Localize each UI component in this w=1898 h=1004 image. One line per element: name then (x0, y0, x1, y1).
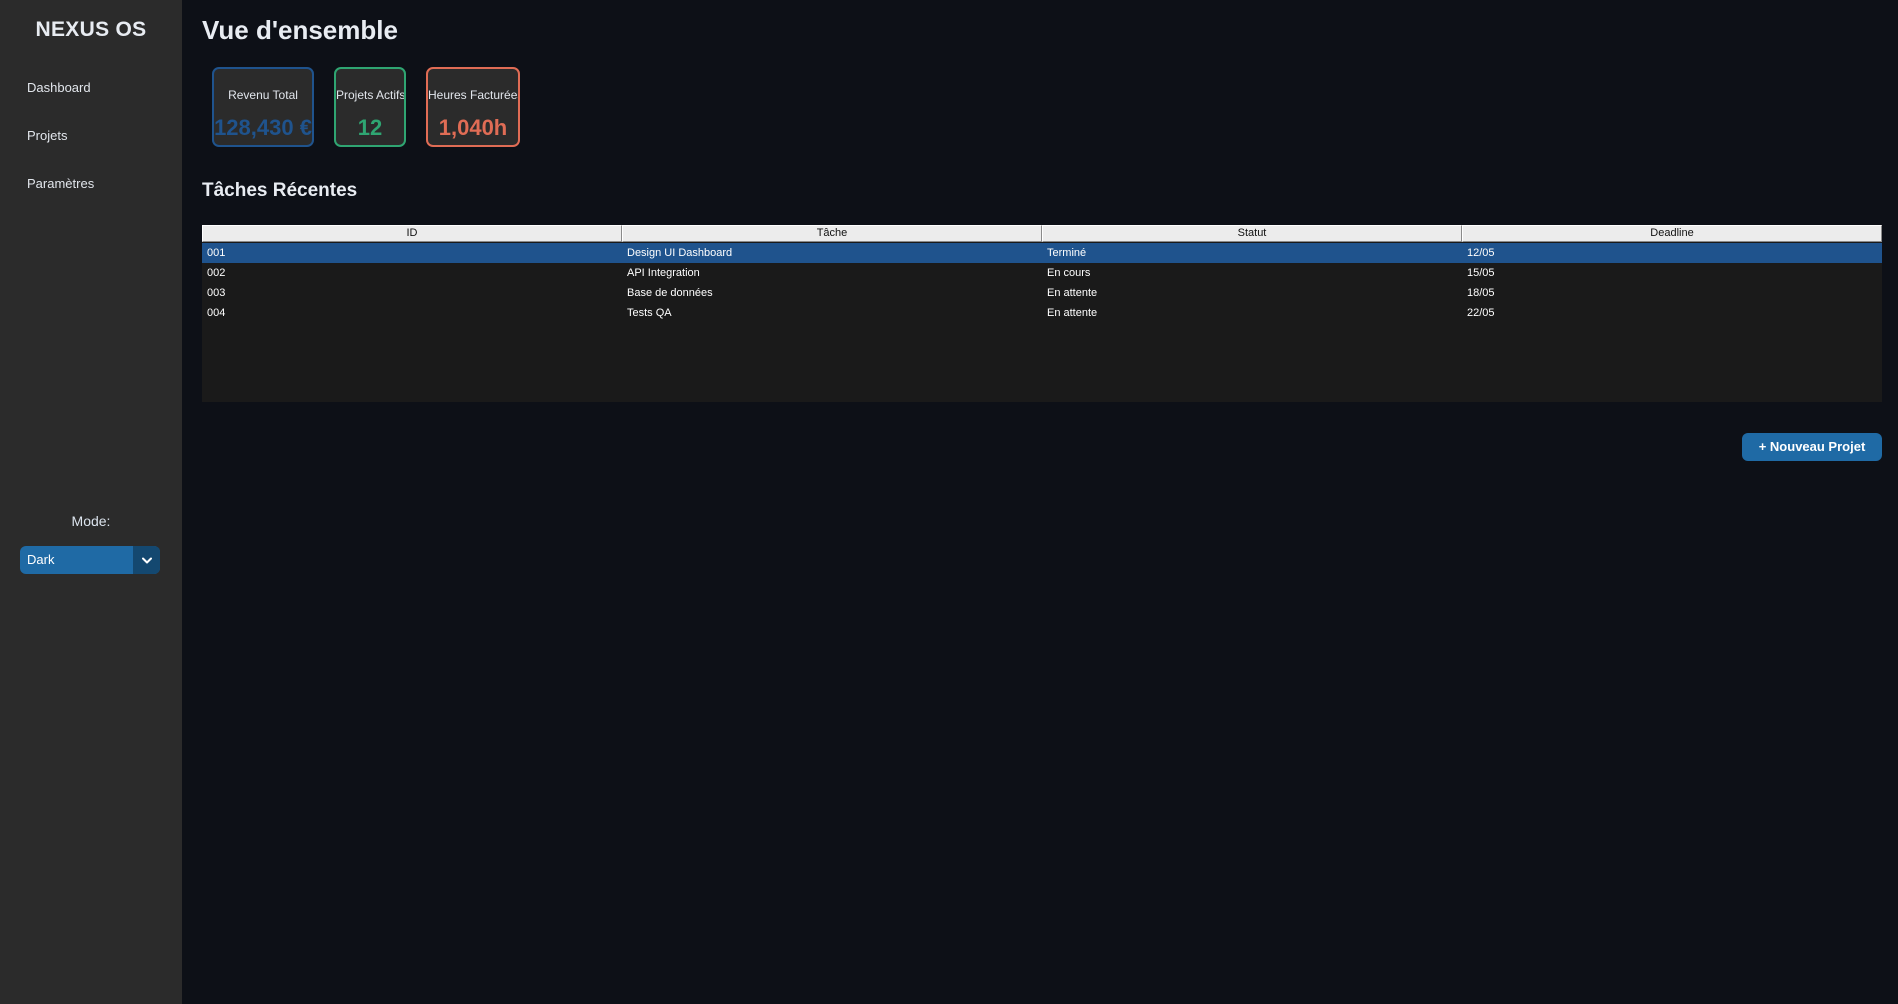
kpi-card-active-projects: Projets Actifs 12 (334, 67, 406, 147)
table-row[interactable]: 001 Design UI Dashboard Terminé 12/05 (202, 243, 1882, 263)
table-cell: API Integration (627, 267, 700, 279)
kpi-value: 128,430 € (214, 115, 312, 140)
table-header: ID Tâche Statut Deadline (202, 225, 1882, 242)
table-cell: 15/05 (1467, 267, 1495, 279)
mode-dropdown-button[interactable] (133, 546, 160, 574)
sidebar: NEXUS OS Dashboard Projets Paramètres Mo… (0, 0, 182, 1004)
table-cell: En attente (1047, 307, 1098, 319)
kpi-label: Projets Actifs (336, 88, 406, 102)
table-cell: Terminé (1047, 247, 1087, 259)
tasks-table[interactable]: ID Tâche Statut Deadline 001 Design UI D… (202, 225, 1882, 402)
chevron-down-icon (141, 557, 152, 563)
table-cell: 22/05 (1467, 307, 1495, 319)
brand-logo: NEXUS OS (35, 18, 147, 41)
table-cell: 003 (207, 287, 226, 299)
mode-label: Mode: (71, 513, 111, 529)
table-cell: 12/05 (1467, 247, 1495, 259)
table-cell: Tests QA (627, 307, 672, 319)
app-window: NEXUS OS Dashboard Projets Paramètres Mo… (0, 0, 1898, 1004)
column-header-status[interactable]: Statut (1042, 225, 1462, 242)
column-header-task[interactable]: Tâche (622, 225, 1042, 242)
kpi-card-revenue: Revenu Total 128,430 € (212, 67, 314, 147)
table-cell: 002 (207, 267, 226, 279)
table-cell: En cours (1047, 267, 1091, 279)
kpi-label: Revenu Total (228, 88, 298, 102)
kpi-label: Heures Facturées (428, 88, 520, 102)
table-cell: Design UI Dashboard (627, 247, 733, 259)
table-cell: Base de données (627, 287, 713, 299)
column-header-id[interactable]: ID (202, 225, 622, 242)
table-row[interactable]: 004 Tests QA En attente 22/05 (202, 303, 1882, 323)
section-title: Tâches Récentes (202, 180, 358, 201)
mode-selected-value: Dark (27, 552, 55, 567)
table-cell: 004 (207, 307, 226, 319)
table-cell: En attente (1047, 287, 1098, 299)
table-row[interactable]: 003 Base de données En attente 18/05 (202, 283, 1882, 303)
kpi-card-billed-hours: Heures Facturées 1,040h (426, 67, 520, 147)
table-cell: 18/05 (1467, 287, 1495, 299)
page-title: Vue d'ensemble (202, 15, 398, 45)
table-cell: 001 (207, 247, 226, 259)
table-row[interactable]: 002 API Integration En cours 15/05 (202, 263, 1882, 283)
new-project-button[interactable]: + Nouveau Projet (1742, 433, 1882, 461)
kpi-value: 1,040h (438, 115, 508, 140)
sidebar-item-parametres[interactable]: Paramètres (17, 166, 167, 202)
mode-dropdown[interactable]: Dark (20, 546, 160, 574)
column-header-deadline[interactable]: Deadline (1462, 225, 1882, 242)
sidebar-item-dashboard[interactable]: Dashboard (17, 70, 167, 106)
kpi-value: 12 (357, 115, 383, 140)
sidebar-item-projets[interactable]: Projets (17, 118, 167, 154)
table-body: 001 Design UI Dashboard Terminé 12/05 00… (202, 243, 1882, 323)
